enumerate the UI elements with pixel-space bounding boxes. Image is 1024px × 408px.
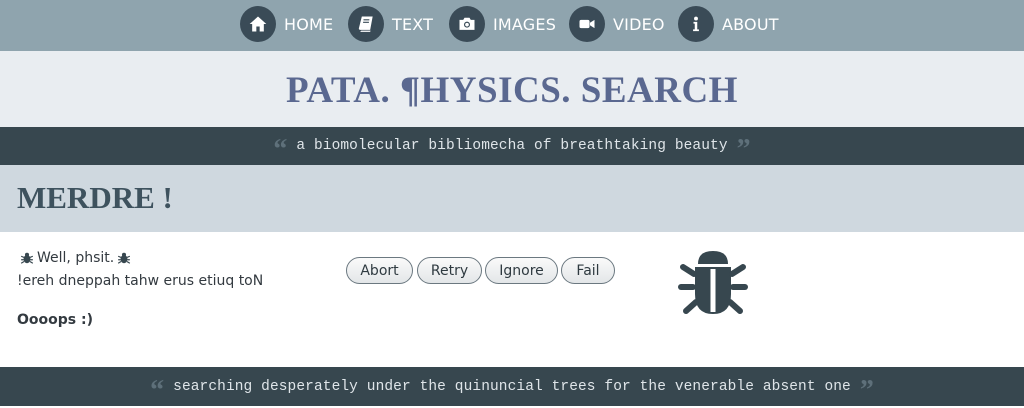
error-content: Well, phsit. !ereh dneppah tahw erus eti… (0, 232, 1024, 367)
error-message-line1: Well, phsit. (17, 250, 134, 266)
retry-button[interactable]: Retry (417, 257, 482, 284)
fail-button[interactable]: Fail (561, 257, 615, 284)
top-navigation: HOME TEXT IMAGES VIDEO ABOUT (0, 0, 1024, 51)
footer-quote-text: searching desperately under the quinunci… (173, 378, 851, 395)
nav-label-home: HOME (284, 14, 334, 34)
error-message-line3: Oooops :) (17, 312, 93, 328)
book-icon (348, 6, 384, 42)
nav-label-about: ABOUT (722, 14, 779, 34)
error-heading: MERDRE ! (17, 180, 173, 215)
video-camera-icon (569, 6, 605, 42)
error-message-line2: !ereh dneppah tahw erus etiuq toN (17, 273, 264, 289)
home-icon (240, 6, 276, 42)
close-quote-icon: ” (859, 374, 874, 406)
error-message-text: Well, phsit. (37, 250, 115, 266)
site-title: PATA. ¶HYSICS. SEARCH (286, 70, 738, 111)
nav-item-video[interactable]: VIDEO (569, 5, 665, 43)
bug-icon (20, 251, 34, 265)
abort-button[interactable]: Abort (346, 257, 413, 284)
site-title-band: PATA. ¶HYSICS. SEARCH (0, 51, 1024, 127)
close-quote-icon: ” (736, 134, 751, 165)
tagline-text: a biomolecular bibliomecha of breathtaki… (296, 138, 728, 154)
open-quote-icon: “ (150, 374, 165, 406)
nav-item-text[interactable]: TEXT (348, 5, 433, 43)
nav-item-home[interactable]: HOME (240, 5, 333, 43)
camera-icon (449, 6, 485, 42)
bug-icon (678, 250, 748, 318)
ignore-button[interactable]: Ignore (485, 257, 558, 284)
footer-quote-bar: “ searching desperately under the quinun… (0, 367, 1024, 406)
nav-item-about[interactable]: ABOUT (678, 5, 779, 43)
nav-label-text: TEXT (392, 14, 434, 34)
bug-icon (117, 251, 131, 265)
nav-label-images: IMAGES (493, 14, 557, 34)
nav-label-video: VIDEO (613, 14, 665, 34)
info-icon (678, 6, 714, 42)
open-quote-icon: “ (273, 134, 288, 165)
nav-item-images[interactable]: IMAGES (449, 5, 556, 43)
error-heading-band: MERDRE ! (0, 165, 1024, 232)
tagline-bar: “ a biomolecular bibliomecha of breathta… (0, 127, 1024, 165)
